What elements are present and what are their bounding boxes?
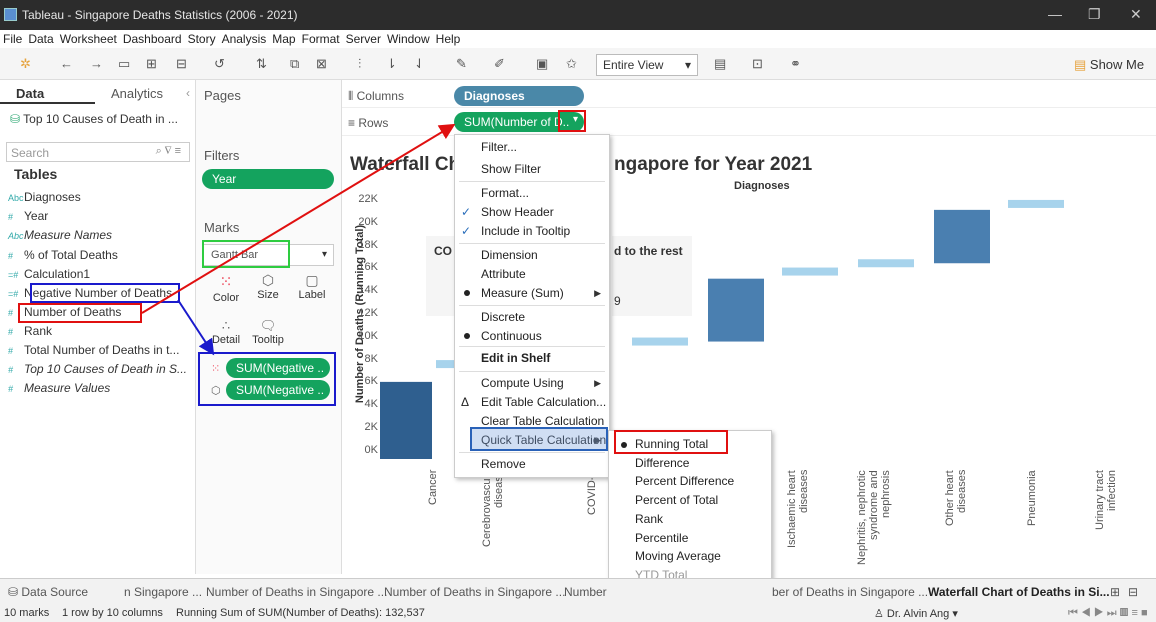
menu-item-attribute[interactable]: Attribute [481, 267, 526, 281]
x-label-other-heart: Other heart diseases [944, 470, 968, 526]
annotation-blue-box-marks-pills [198, 352, 336, 406]
user-icon: ♙ [874, 608, 887, 620]
new-worksheet-icon[interactable]: ⊞ [1110, 585, 1120, 599]
submenu-item-percent-of-total[interactable]: Percent of Total [635, 493, 718, 507]
status-bar: 10 marks 1 row by 10 columns Running Sum… [0, 604, 1156, 622]
annotation-blue-box-negative-field [30, 283, 180, 303]
status-rows-cols: 1 row by 10 columns [62, 607, 163, 619]
menu-item-discrete[interactable]: Discrete [481, 310, 525, 324]
menu-item-include-in-tooltip[interactable]: Include in Tooltip [481, 224, 570, 238]
menu-separator [459, 305, 605, 306]
sheet-tab-4[interactable]: Number [564, 585, 607, 599]
delta-icon: Δ [461, 395, 470, 409]
submenu-item-percent-difference[interactable]: Percent Difference [635, 474, 734, 488]
submenu-item-percentile[interactable]: Percentile [635, 531, 688, 545]
x-label-nephritis: Nephritis, nephrotic syndrome and nephro… [856, 470, 892, 565]
menu-item-measure-sum[interactable]: Measure (Sum) [481, 286, 564, 300]
waterfall-bar-7 [858, 259, 914, 268]
status-sum: Running Sum of SUM(Number of Deaths): 13… [176, 607, 425, 619]
menu-separator [459, 346, 605, 347]
menu-separator [459, 371, 605, 372]
menu-separator [459, 243, 605, 244]
waterfall-bar-8 [934, 209, 990, 264]
menu-item-continuous[interactable]: Continuous [481, 329, 542, 343]
submenu-arrow-icon: ▶ [594, 378, 601, 388]
submenu-item-difference[interactable]: Difference [635, 456, 689, 470]
x-label-ischaemic: Ischaemic heart diseases [786, 470, 810, 548]
submenu-item-moving-average[interactable]: Moving Average [635, 549, 721, 563]
menu-item-clear-table-calculation[interactable]: Clear Table Calculation [481, 414, 604, 428]
x-label-urinary: Urinary tract infection [1094, 470, 1118, 530]
submenu-arrow-icon: ▶ [594, 288, 601, 298]
menu-item-format[interactable]: Format... [481, 186, 529, 200]
selected-dot-icon [464, 333, 470, 339]
x-label-cerebrovascular: Cerebrovascula disease [481, 470, 505, 548]
menu-item-show-header[interactable]: Show Header [481, 205, 554, 219]
annotation-red-box-running-total [614, 430, 728, 454]
check-icon: ✓ [461, 224, 472, 238]
waterfall-bar-6 [782, 267, 838, 276]
selected-dot-icon [464, 290, 470, 296]
sheet-tab-2[interactable]: Number of Deaths in Singapore ... [206, 585, 387, 599]
status-marks: 10 marks [4, 607, 50, 619]
annotation-red-box-pill-dropdown [558, 110, 586, 132]
check-icon: ✓ [461, 205, 472, 219]
annotation-red-box-number-of-deaths [18, 303, 142, 323]
menu-separator [459, 181, 605, 182]
menu-item-compute-using[interactable]: Compute Using [481, 376, 564, 390]
highlight-quick-table-calc [470, 427, 608, 451]
sheet-tab-1[interactable]: n Singapore ... [124, 585, 202, 599]
menu-item-remove[interactable]: Remove [481, 457, 526, 471]
datasource-tab-icon: ⛁ [8, 585, 22, 599]
sheet-tab-3[interactable]: Number of Deaths in Singapore ... [384, 585, 565, 599]
x-label-pneumonia: Pneumonia [1026, 470, 1038, 526]
waterfall-bar-5 [708, 278, 764, 342]
submenu-item-rank[interactable]: Rank [635, 512, 663, 526]
menu-item-dimension[interactable]: Dimension [481, 248, 538, 262]
user-menu[interactable]: ♙ Dr. Alvin Ang ▾ [874, 607, 958, 620]
menu-item-filter[interactable]: Filter... [481, 140, 517, 154]
new-dashboard-icon[interactable]: ⊟ [1128, 585, 1138, 599]
tab-nav-icon[interactable]: ⏮ ◀ ▶ ⏭ ▦ ≡ ■ [1068, 607, 1148, 620]
sheet-tab-waterfall-active[interactable]: Waterfall Chart of Deaths in Si... [928, 585, 1110, 599]
waterfall-bar-9 [1008, 199, 1064, 208]
tab-data-source[interactable]: ⛁ Data Source [8, 585, 88, 599]
menu-item-edit-in-shelf[interactable]: Edit in Shelf [481, 351, 550, 365]
menu-separator [459, 452, 605, 453]
annotation-green-box-gantt [202, 240, 290, 268]
menu-item-edit-table-calculation[interactable]: Edit Table Calculation... [481, 395, 606, 409]
sheet-tab-5[interactable]: ber of Deaths in Singapore ... [772, 585, 928, 599]
x-label-cancer: Cancer [427, 470, 439, 506]
sheet-tabs-bar: ⛁ Data Source n Singapore ... Number of … [0, 578, 1156, 604]
menu-item-show-filter[interactable]: Show Filter [481, 162, 541, 176]
waterfall-bar-0 [380, 381, 432, 459]
waterfall-bar-4 [632, 337, 688, 346]
